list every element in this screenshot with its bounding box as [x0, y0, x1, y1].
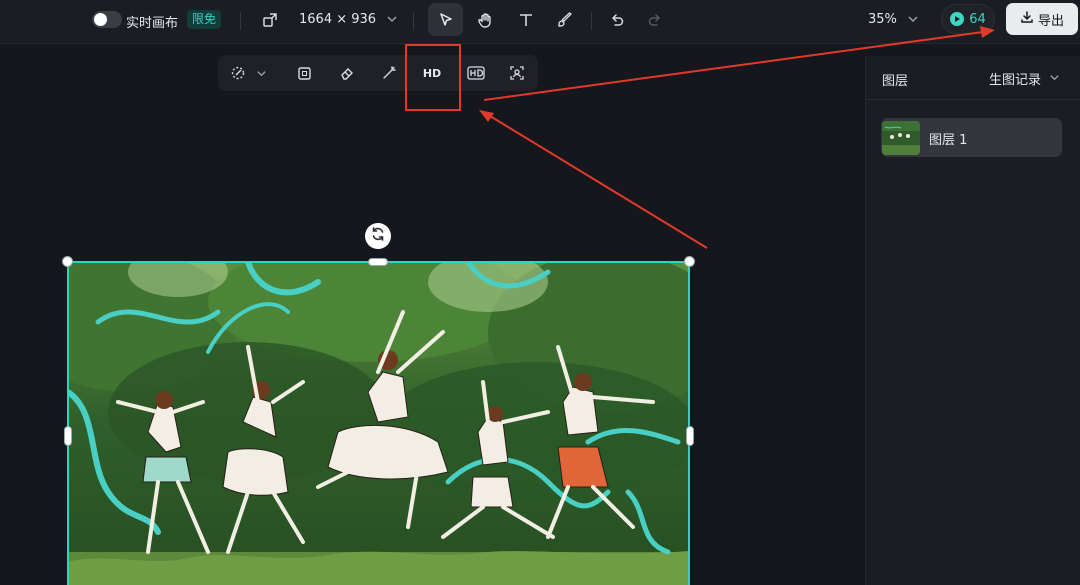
- toggle-knob: [94, 13, 107, 26]
- layer-name: 图层 1: [929, 133, 968, 148]
- annotation-highlight-box: [405, 44, 461, 111]
- free-badge: 限免: [187, 10, 222, 29]
- divider: [240, 12, 241, 30]
- rotate-handle[interactable]: [365, 223, 391, 249]
- undo-icon[interactable]: [607, 10, 627, 30]
- hand-icon[interactable]: [475, 10, 495, 30]
- resize-handle-right[interactable]: [686, 426, 694, 446]
- eraser-icon[interactable]: [338, 64, 356, 82]
- resize-handle-top-left[interactable]: [62, 256, 73, 267]
- realtime-canvas-toggle[interactable]: [92, 11, 122, 28]
- credits-icon: [950, 12, 965, 26]
- text-icon[interactable]: [516, 10, 536, 30]
- chevron-down-icon[interactable]: [905, 11, 921, 27]
- cutout-icon[interactable]: [508, 64, 526, 82]
- rotate-icon: [370, 226, 386, 246]
- divider: [413, 12, 414, 30]
- chevron-down-icon[interactable]: [384, 11, 400, 27]
- divider: [591, 12, 592, 30]
- resize-handle-top-right[interactable]: [684, 256, 695, 267]
- magic-wand-icon[interactable]: [380, 64, 398, 82]
- credits-button[interactable]: 64: [941, 4, 995, 34]
- download-icon: [1020, 10, 1034, 28]
- top-toolbar: 实时画布 限免 1664 × 936 35% 64 导出: [0, 0, 1080, 44]
- hd-plus-icon[interactable]: [466, 64, 486, 82]
- export-label: 导出: [1037, 13, 1064, 29]
- panel-divider: [865, 99, 1080, 100]
- panel-title: 图层: [882, 74, 909, 89]
- history-tab[interactable]: 生图记录: [989, 69, 1041, 88]
- resize-handle-left[interactable]: [64, 426, 72, 446]
- credits-count: 64: [969, 11, 986, 27]
- crop-icon[interactable]: [295, 64, 313, 82]
- brush-icon[interactable]: [555, 10, 575, 30]
- cursor-icon[interactable]: [436, 10, 456, 30]
- resize-icon[interactable]: [260, 10, 280, 30]
- layer-thumbnail: [882, 121, 920, 155]
- export-button[interactable]: 导出: [1006, 3, 1078, 35]
- realtime-canvas-label: 实时画布: [126, 16, 179, 31]
- chevron-down-icon[interactable]: [1047, 70, 1061, 84]
- image-edit-toolbar: HD: [218, 55, 538, 91]
- magic-select-icon[interactable]: [228, 64, 248, 82]
- chevron-down-icon[interactable]: [254, 66, 268, 80]
- resize-handle-top[interactable]: [368, 258, 388, 266]
- selection-border: [67, 261, 690, 585]
- canvas-size-selector[interactable]: 1664 × 936: [299, 12, 376, 27]
- redo-icon[interactable]: [645, 10, 665, 30]
- zoom-level[interactable]: 35%: [868, 12, 897, 27]
